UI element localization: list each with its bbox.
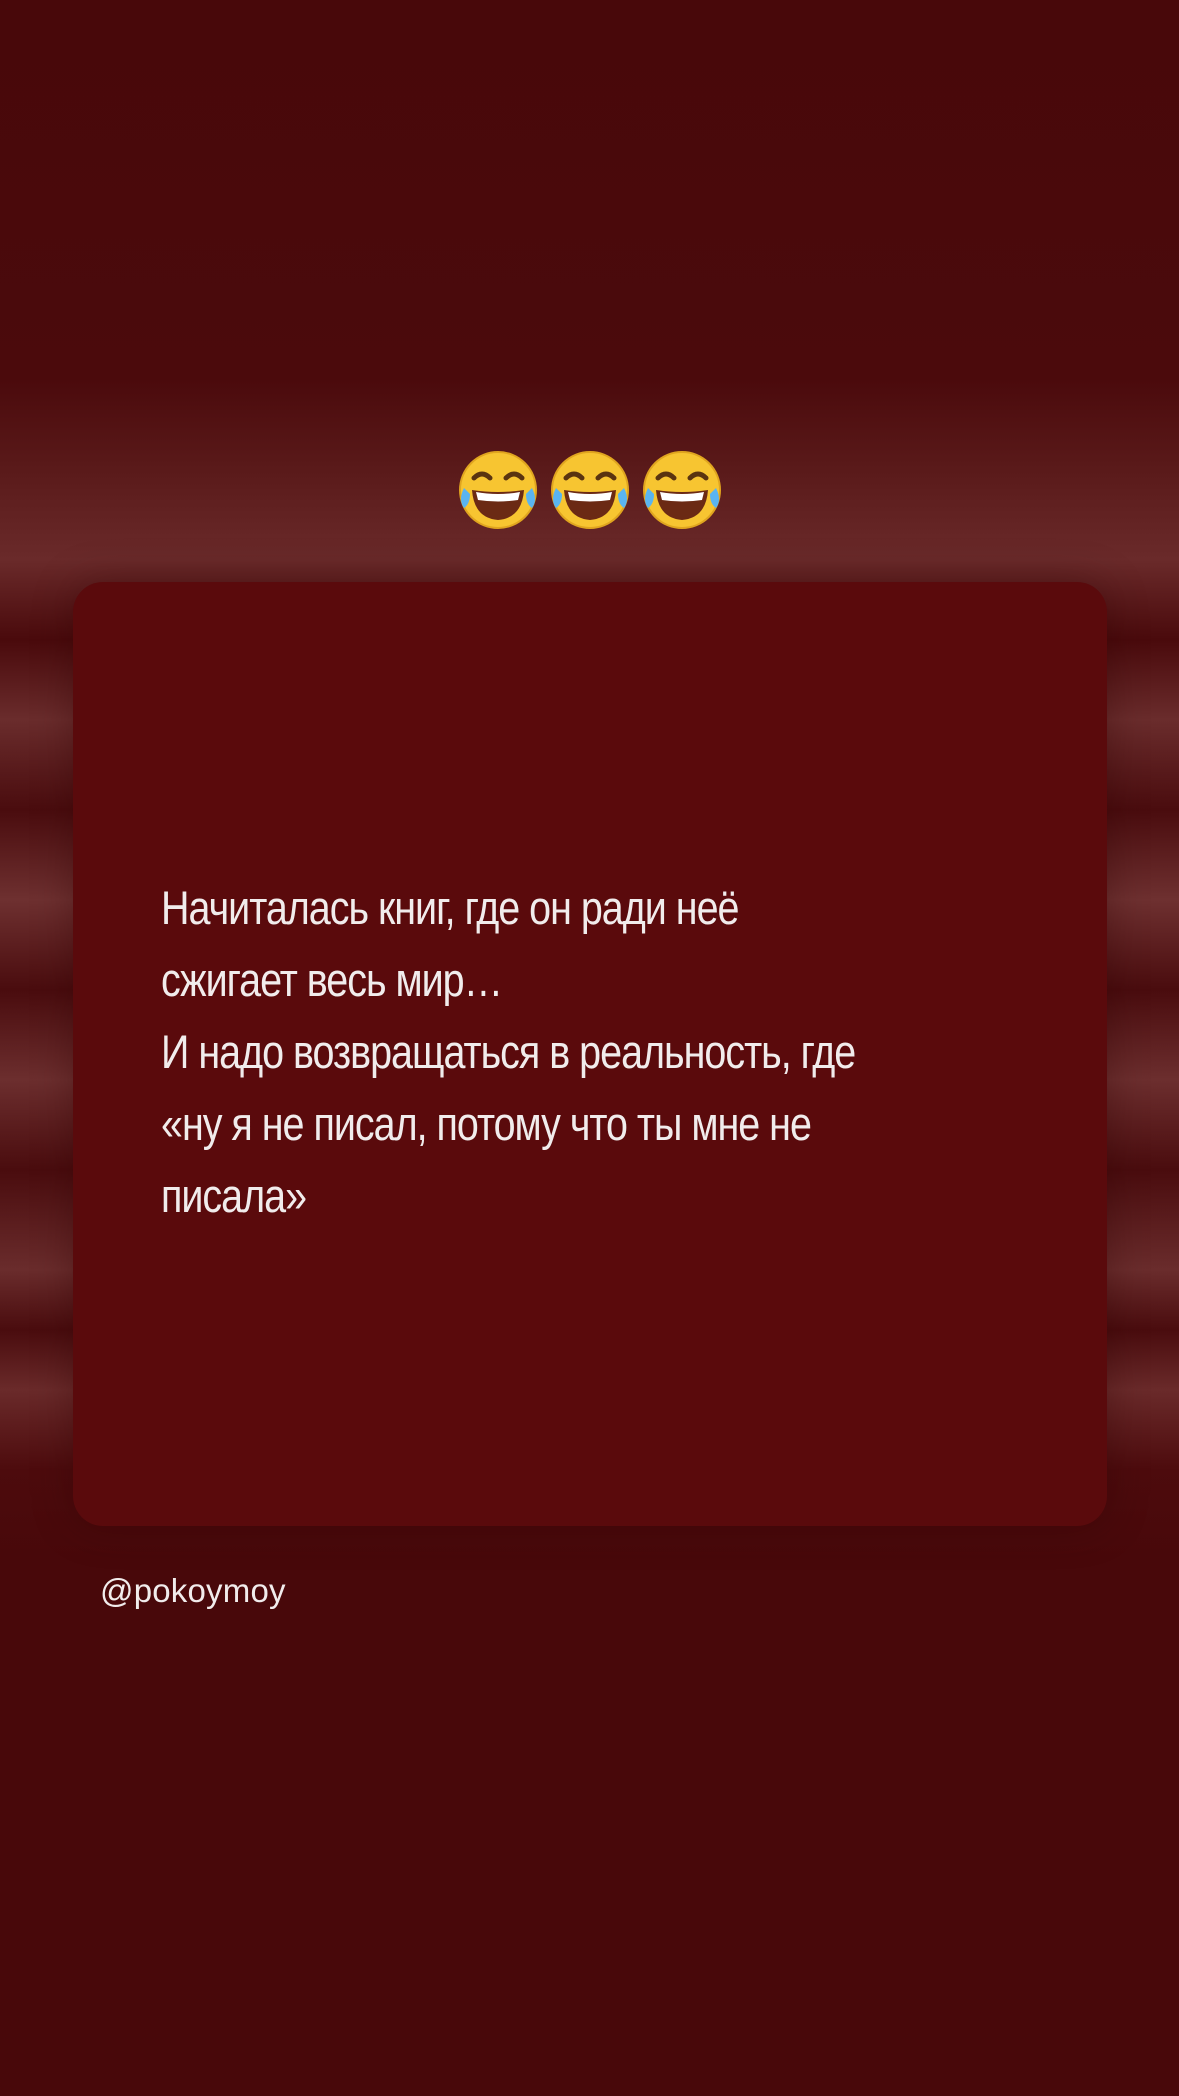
face-with-tears-of-joy-icon bbox=[548, 448, 632, 532]
username-mention[interactable]: @pokoymoy bbox=[100, 1572, 286, 1610]
card-text-line: И надо возвращаться в реальность, где bbox=[161, 1025, 856, 1078]
text-card: Начиталась книг, где он ради неё сжигает… bbox=[73, 582, 1107, 1526]
card-text-line: Начиталась книг, где он ради неё bbox=[161, 881, 739, 934]
card-text-line: «ну я не писал, потому что ты мне не bbox=[161, 1097, 812, 1150]
card-text-line: писала» bbox=[161, 1169, 307, 1222]
emoji-row bbox=[0, 448, 1179, 540]
card-text: Начиталась книг, где он ради неё сжигает… bbox=[161, 872, 1035, 1232]
face-with-tears-of-joy-icon bbox=[456, 448, 540, 532]
face-with-tears-of-joy-icon bbox=[640, 448, 724, 532]
card-text-line: сжигает весь мир… bbox=[161, 953, 503, 1006]
